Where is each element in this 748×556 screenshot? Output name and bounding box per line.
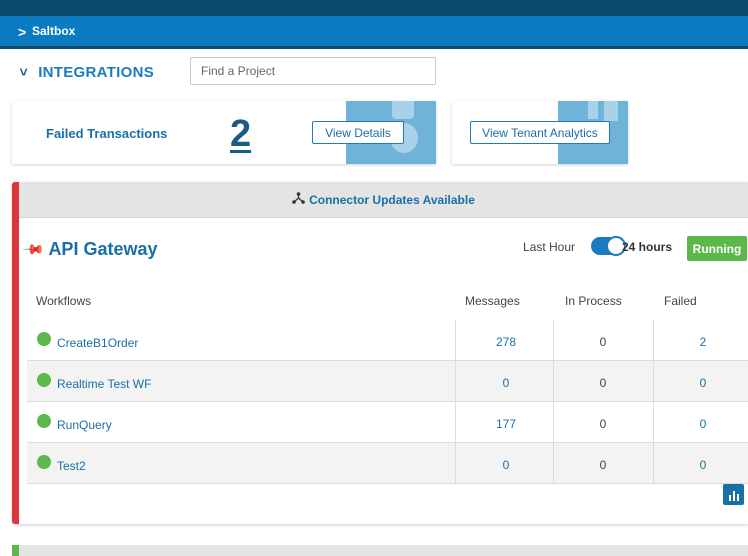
gateway-title-text: API Gateway: [48, 239, 158, 259]
toggle-label-24-hours: 24 hours: [622, 240, 673, 254]
table-row: RunQuery 177 0 0: [27, 402, 748, 443]
in-process-count: 0: [599, 417, 607, 431]
workflow-name-link[interactable]: Realtime Test WF: [57, 377, 151, 391]
cell-divider: [553, 361, 554, 401]
cell-divider: [553, 402, 554, 442]
status-dot-icon: [37, 332, 51, 346]
cell-divider: [455, 320, 456, 360]
cell-divider: [653, 361, 654, 401]
table-row: CreateB1Order 278 0 2: [27, 320, 748, 361]
pin-icon[interactable]: 📌: [22, 237, 46, 261]
view-details-button[interactable]: View Details: [312, 121, 404, 144]
toggle-label-last-hour: Last Hour: [523, 240, 576, 254]
section-title: INTEGRATIONS: [38, 63, 155, 81]
column-header-failed: Failed: [664, 294, 697, 308]
failed-count-link[interactable]: 0: [683, 417, 723, 431]
messages-count-link[interactable]: 0: [486, 376, 526, 390]
cell-divider: [553, 443, 554, 483]
section-header[interactable]: > INTEGRATIONS: [16, 61, 155, 83]
breadcrumb[interactable]: > Saltbox: [0, 16, 748, 49]
table-row: Test2 0 0 0: [27, 443, 748, 484]
workflow-name-link[interactable]: CreateB1Order: [57, 336, 138, 350]
next-project-panel: [12, 545, 748, 556]
tenant-analytics-card: View Tenant Analytics: [452, 101, 628, 164]
messages-count-link[interactable]: 278: [486, 335, 526, 349]
messages-count-link[interactable]: 177: [486, 417, 526, 431]
status-badge: Running: [687, 236, 747, 261]
messages-count-link[interactable]: 0: [486, 458, 526, 472]
bar-chart-icon[interactable]: [723, 484, 744, 505]
cell-divider: [653, 320, 654, 360]
cell-divider: [653, 443, 654, 483]
column-header-messages: Messages: [465, 294, 520, 308]
search-input[interactable]: [190, 57, 436, 85]
column-header-workflows: Workflows: [36, 294, 92, 308]
cell-divider: [455, 361, 456, 401]
cell-divider: [553, 320, 554, 360]
failed-transactions-label: Failed Transactions: [46, 126, 168, 141]
status-dot-icon: [37, 414, 51, 428]
in-process-count: 0: [599, 458, 607, 472]
api-gateway-panel: Connector Updates Available 📌 API Gatewa…: [12, 182, 748, 524]
table-row: Realtime Test WF 0 0 0: [27, 361, 748, 402]
chevron-down-icon[interactable]: >: [16, 68, 32, 76]
time-range-toggle[interactable]: [591, 236, 626, 256]
main-content: > INTEGRATIONS Failed Transactions 2 Vie…: [0, 49, 748, 556]
status-dot-icon: [37, 373, 51, 387]
bar-chart-icon-bar: [728, 495, 731, 501]
column-header-in-process: In Process: [565, 294, 622, 308]
in-process-count: 0: [599, 335, 607, 349]
view-tenant-analytics-button[interactable]: View Tenant Analytics: [470, 121, 610, 144]
workflow-table: CreateB1Order 278 0 2 Realtime Test WF 0…: [27, 320, 748, 484]
cell-divider: [653, 402, 654, 442]
share-icon: [292, 192, 305, 207]
breadcrumb-label[interactable]: Saltbox: [32, 24, 75, 38]
in-process-count: 0: [599, 376, 607, 390]
bar-chart-icon-bar: [736, 494, 739, 501]
failed-count-link[interactable]: 2: [683, 335, 723, 349]
bar-chart-icon-bar: [732, 491, 735, 501]
connector-updates-banner[interactable]: Connector Updates Available: [19, 182, 748, 218]
failed-count-link[interactable]: 0: [683, 458, 723, 472]
cell-divider: [455, 402, 456, 442]
workflow-name-link[interactable]: RunQuery: [57, 418, 112, 432]
failed-count-link[interactable]: 0: [683, 376, 723, 390]
cell-divider: [455, 443, 456, 483]
workflow-name-link[interactable]: Test2: [57, 459, 86, 473]
failed-transactions-card: Failed Transactions 2 View Details: [12, 101, 436, 164]
status-dot-icon: [37, 455, 51, 469]
gateway-title: 📌 API Gateway: [22, 237, 158, 261]
card-decoration-bar: [604, 101, 618, 121]
chevron-right-icon[interactable]: >: [18, 24, 26, 40]
top-bar: [0, 0, 748, 16]
failed-transactions-count[interactable]: 2: [230, 113, 251, 156]
connector-updates-link[interactable]: Connector Updates Available: [309, 193, 475, 207]
